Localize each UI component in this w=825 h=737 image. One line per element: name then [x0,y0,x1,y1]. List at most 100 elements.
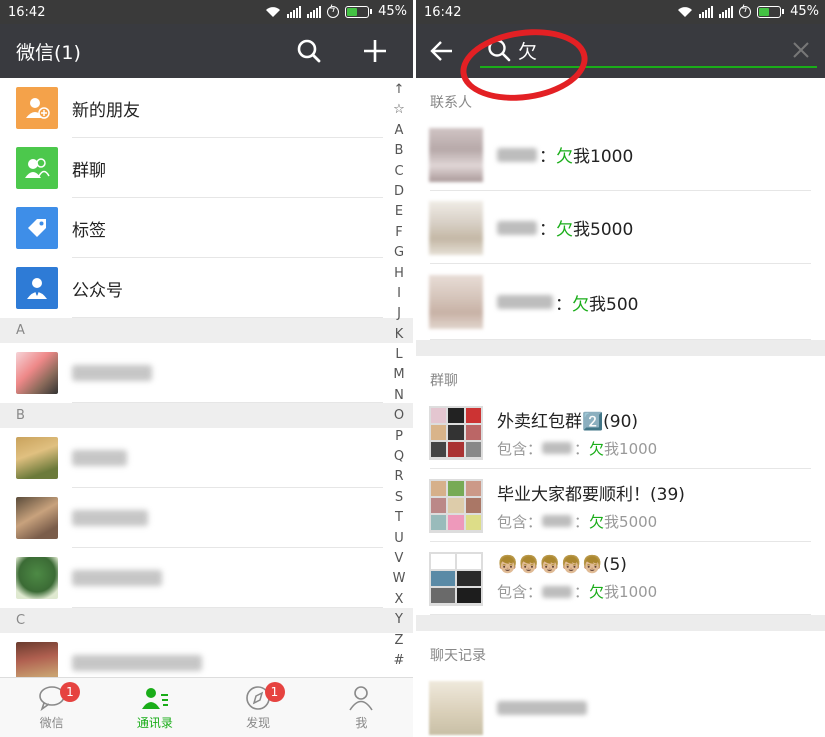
index-letter[interactable]: E [395,202,403,222]
index-letter[interactable]: N [394,386,404,406]
index-letter[interactable]: Y [395,610,403,630]
group-chats-item[interactable]: 群聊 [0,138,413,198]
tags-item[interactable]: 标签 [0,198,413,258]
index-letter[interactable]: X [395,590,404,610]
contains-prefix: 包含： [497,439,543,458]
contact-row[interactable] [0,428,413,488]
index-letter[interactable]: A [395,121,404,141]
tab-contacts[interactable]: 通讯录 [103,678,206,737]
index-letter[interactable]: Z [395,631,404,651]
contact-row[interactable] [0,343,413,403]
tab-me[interactable]: 我 [310,678,413,737]
new-friends-item[interactable]: 新的朋友 [0,78,413,138]
search-result-group[interactable]: 外卖红包群2️⃣(90) 包含： ：欠我1000 [416,396,825,469]
tab-chats[interactable]: 1 微信 [0,678,103,737]
search-result-history[interactable] [416,671,825,737]
back-arrow-icon[interactable] [428,37,456,65]
match-rest: 我1000 [604,583,658,601]
search-result-contact[interactable]: ：欠我500 [416,264,825,340]
member-name-blurred [542,515,573,527]
index-letter[interactable]: B [395,141,404,161]
match-highlight: 欠 [556,147,573,167]
search-result-group[interactable]: 👦🏼👦🏼👦🏼👦🏼👦🏼(5) 包含： ：欠我1000 [416,542,825,615]
search-result-contact[interactable]: ：欠我1000 [416,118,825,191]
index-letter[interactable]: J [397,304,401,324]
index-letter[interactable]: O [394,406,404,426]
contains-prefix: 包含： [497,583,543,601]
add-icon[interactable] [360,36,390,66]
charging-icon [327,4,340,18]
tab-label: 通讯录 [136,716,173,730]
contact-name-blurred [497,147,537,162]
tab-label: 我 [355,716,368,730]
avatar [429,680,483,735]
section-history-title: 聊天记录 [430,648,486,664]
search-screen: 16:42 45% 欠 联系人 ：欠我1000 ：欠我5000 ：欠我500 群… [416,0,825,737]
avatar [16,437,58,479]
index-letter[interactable]: Q [394,447,404,467]
index-letter[interactable]: V [395,549,404,569]
match-highlight: 欠 [572,294,589,315]
index-letter[interactable]: # [394,651,405,671]
status-time: 16:42 [424,4,462,20]
section-separator [416,340,825,356]
index-letter[interactable]: D [394,182,404,202]
avatar [16,557,58,599]
index-letter[interactable]: H [394,264,404,284]
match-highlight: 欠 [589,583,605,601]
contact-name-blurred [497,295,553,309]
match-highlight: 欠 [589,512,605,531]
search-result-group[interactable]: 毕业大家都要顺利！(39) 包含： ：欠我5000 [416,469,825,542]
search-icon[interactable] [294,36,324,66]
wifi-icon [266,6,281,17]
match-rest: 我5000 [573,220,634,240]
index-letter[interactable]: M [393,365,404,385]
contains-prefix: 包含： [497,512,543,531]
index-letter[interactable]: T [395,508,403,528]
index-letter[interactable]: S [395,488,403,508]
match-rest: 我500 [589,294,639,315]
tab-bar: 1 微信 通讯录 1 发现 我 [0,677,413,737]
name-separator: ： [574,512,590,531]
alphabet-index[interactable]: ↑ ☆ A B C D E F G H I J K L M N O P Q R S T U V W X Y Z # [387,80,411,671]
section-header-a: A [0,318,413,343]
index-letter[interactable]: P [395,427,403,447]
contact-row[interactable] [0,548,413,608]
signal-icon [699,5,714,18]
index-letter[interactable]: U [394,529,404,549]
index-letter[interactable]: ↑ [394,80,405,100]
index-letter[interactable]: L [395,345,402,365]
search-result-contact[interactable]: ：欠我5000 [416,191,825,264]
group-name: 外卖红包群2️⃣(90) [497,411,639,432]
name-separator: ： [555,294,572,315]
official-accounts-label: 公众号 [72,280,123,301]
index-letter[interactable]: R [394,467,403,487]
index-letter[interactable]: ☆ [393,100,405,120]
group-name: 毕业大家都要顺利！(39) [497,484,685,505]
match-rest: 我5000 [604,512,658,531]
index-letter[interactable]: I [397,284,401,304]
contact-row[interactable] [0,488,413,548]
signal-icon-2 [719,5,734,18]
avatar [16,352,58,394]
contacts-screen: 16:42 45% 微信(1) 新的朋友 群聊 [0,0,413,737]
new-friends-label: 新的朋友 [72,100,140,121]
tag-icon [16,207,58,249]
avatar [429,127,483,182]
battery-icon [757,5,782,18]
official-accounts-item[interactable]: 公众号 [0,258,413,318]
close-icon[interactable] [791,40,811,60]
index-letter[interactable]: F [395,223,402,243]
group-name: 👦🏼👦🏼👦🏼👦🏼👦🏼(5) [497,555,627,575]
tab-discover[interactable]: 1 发现 [207,678,310,737]
index-letter[interactable]: W [393,569,406,589]
index-letter[interactable]: C [394,162,403,182]
tags-label: 标签 [72,220,106,241]
section-groups-title: 群聊 [430,373,458,389]
page-title: 微信(1) [16,41,81,64]
section-header-b: B [0,403,413,428]
index-letter[interactable]: K [395,325,404,345]
battery-icon [345,5,370,18]
index-letter[interactable]: G [394,243,404,263]
search-bar: 欠 [416,21,825,109]
